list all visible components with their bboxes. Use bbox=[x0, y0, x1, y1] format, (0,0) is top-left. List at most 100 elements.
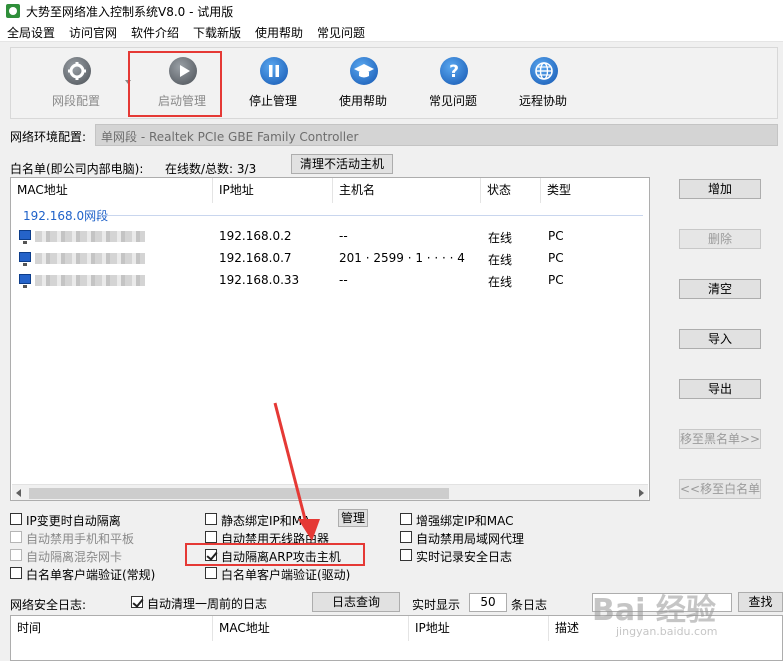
export-button[interactable]: 导出 bbox=[679, 379, 761, 399]
window-title: 大势至网络准入控制系统V8.0 - 试用版 bbox=[26, 5, 234, 19]
checkbox-box[interactable] bbox=[205, 531, 217, 543]
checkbox-box[interactable] bbox=[10, 513, 22, 525]
mac-address-redacted bbox=[35, 231, 145, 242]
stop-management-label: 停止管理 bbox=[248, 94, 297, 108]
scroll-left-icon[interactable] bbox=[16, 489, 21, 497]
table-row[interactable]: 192.168.0.33 -- 在线 PC bbox=[11, 270, 649, 292]
app-icon bbox=[6, 4, 20, 18]
group-divider bbox=[107, 215, 643, 216]
type-cell: PC bbox=[548, 273, 564, 287]
computer-icon bbox=[19, 230, 31, 244]
column-header-description[interactable]: 描述 bbox=[549, 616, 782, 641]
whitelist-table: MAC地址 IP地址 主机名 状态 类型 192.168.0网段 192.168… bbox=[10, 177, 650, 501]
manage-button[interactable]: 管理 bbox=[338, 509, 368, 527]
menu-global-settings[interactable]: 全局设置 bbox=[7, 24, 55, 41]
import-button[interactable]: 导入 bbox=[679, 329, 761, 349]
table-row[interactable]: 192.168.0.2 -- 在线 PC bbox=[11, 226, 649, 248]
status-cell: 在线 bbox=[488, 275, 513, 289]
online-count: 在线数/总数: 3/3 bbox=[165, 162, 257, 176]
remote-assist-label: 远程协助 bbox=[518, 94, 567, 108]
checkbox-label: 自动禁用手机和平板 bbox=[26, 532, 135, 546]
menu-faq[interactable]: 常见问题 bbox=[317, 24, 365, 41]
column-header-hostname[interactable]: 主机名 bbox=[333, 178, 481, 203]
subnet-config-label: 网段配置 bbox=[51, 94, 100, 108]
log-unit-label: 条日志 bbox=[511, 598, 548, 612]
checkbox-box[interactable] bbox=[400, 513, 412, 525]
checkbox-box[interactable] bbox=[10, 549, 22, 561]
column-header-status[interactable]: 状态 bbox=[481, 178, 541, 203]
checkbox-box[interactable] bbox=[131, 596, 143, 608]
scroll-right-icon[interactable] bbox=[639, 489, 644, 497]
move-to-whitelist-button[interactable]: <<移至白名单 bbox=[679, 479, 761, 499]
delete-button[interactable]: 删除 bbox=[679, 229, 761, 249]
search-button[interactable]: 查找 bbox=[738, 592, 783, 612]
checkbox-label: 白名单客户端验证(驱动) bbox=[221, 568, 351, 582]
checkbox-box[interactable] bbox=[400, 531, 412, 543]
checkbox-label: IP变更时自动隔离 bbox=[26, 514, 121, 528]
menu-download[interactable]: 下载新版 bbox=[193, 24, 241, 41]
column-header-ip[interactable]: IP地址 bbox=[409, 616, 549, 641]
ip-cell: 192.168.0.33 bbox=[219, 273, 300, 287]
checkbox-box[interactable] bbox=[205, 513, 217, 525]
whitelist-label: 白名单(即公司内部电脑): bbox=[10, 162, 144, 176]
menu-software-intro[interactable]: 软件介绍 bbox=[131, 24, 179, 41]
status-cell: 在线 bbox=[488, 231, 513, 245]
type-cell: PC bbox=[548, 229, 564, 243]
env-config-field[interactable]: 单网段 - Realtek PCIe GBE Family Controller bbox=[95, 124, 778, 146]
menu-bar: 全局设置 访问官网 软件介绍 下载新版 使用帮助 常见问题 bbox=[0, 22, 783, 42]
search-input[interactable] bbox=[592, 593, 732, 612]
add-button[interactable]: 增加 bbox=[679, 179, 761, 199]
checkbox-box[interactable] bbox=[10, 567, 22, 579]
remote-assist-button[interactable]: 远程协助 bbox=[499, 55, 587, 113]
help-label: 使用帮助 bbox=[338, 94, 387, 108]
checkbox-box[interactable] bbox=[10, 531, 22, 543]
stop-management-button[interactable]: 停止管理 bbox=[229, 55, 317, 113]
question-icon: ? bbox=[440, 57, 468, 85]
hostname-cell: 201 · 2599 · 1 · · · · 4 bbox=[339, 251, 465, 265]
security-log-label: 网络安全日志: bbox=[10, 598, 87, 612]
ip-cell: 192.168.0.2 bbox=[219, 229, 292, 243]
subnet-config-button[interactable]: 网段配置 bbox=[32, 55, 120, 113]
status-cell: 在线 bbox=[488, 253, 513, 267]
menu-help[interactable]: 使用帮助 bbox=[255, 24, 303, 41]
menu-visit-website[interactable]: 访问官网 bbox=[69, 24, 117, 41]
clear-inactive-button[interactable]: 清理不活动主机 bbox=[291, 154, 393, 174]
column-header-type[interactable]: 类型 bbox=[541, 178, 649, 203]
realtime-count-input[interactable]: 50 bbox=[469, 593, 507, 612]
column-header-mac[interactable]: MAC地址 bbox=[213, 616, 409, 641]
log-query-button[interactable]: 日志查询 bbox=[312, 592, 400, 612]
column-header-ip[interactable]: IP地址 bbox=[213, 178, 333, 203]
column-header-mac[interactable]: MAC地址 bbox=[11, 178, 213, 203]
arp-option-highlight bbox=[185, 543, 365, 566]
checkbox-label: 白名单客户端验证(常规) bbox=[26, 568, 156, 582]
title-bar: 大势至网络准入控制系统V8.0 - 试用版 bbox=[0, 0, 783, 22]
checkbox-label: 实时记录安全日志 bbox=[416, 550, 513, 564]
checkbox-label: 自动禁用局域网代理 bbox=[416, 532, 525, 546]
checkbox-box[interactable] bbox=[205, 567, 217, 579]
hostname-cell: -- bbox=[339, 273, 348, 287]
clear-button[interactable]: 清空 bbox=[679, 279, 761, 299]
checkbox-label: 自动隔离混杂网卡 bbox=[26, 550, 123, 564]
start-management-highlight bbox=[128, 51, 222, 117]
computer-icon bbox=[19, 252, 31, 266]
help-button[interactable]: 使用帮助 bbox=[319, 55, 407, 113]
move-to-blacklist-button[interactable]: 移至黑名单>> bbox=[679, 429, 761, 449]
security-log-table: 时间 MAC地址 IP地址 描述 bbox=[10, 615, 783, 661]
group-label[interactable]: 192.168.0网段 bbox=[23, 207, 108, 224]
svg-text:?: ? bbox=[449, 62, 459, 82]
faq-label: 常见问题 bbox=[428, 94, 477, 108]
scrollbar-thumb[interactable] bbox=[29, 488, 449, 499]
realtime-display-label: 实时显示 bbox=[412, 598, 461, 612]
hostname-cell: -- bbox=[339, 229, 348, 243]
faq-button[interactable]: ? 常见问题 bbox=[409, 55, 497, 113]
type-cell: PC bbox=[548, 251, 564, 265]
checkbox-box[interactable] bbox=[400, 549, 412, 561]
globe-icon bbox=[530, 57, 558, 85]
horizontal-scrollbar[interactable] bbox=[12, 484, 648, 500]
checkbox-label: 静态绑定IP和MA bbox=[221, 514, 311, 528]
column-header-time[interactable]: 时间 bbox=[11, 616, 213, 641]
gear-icon bbox=[63, 57, 91, 85]
graduation-cap-icon bbox=[350, 57, 378, 85]
table-row[interactable]: 192.168.0.7 201 · 2599 · 1 · · · · 4 在线 … bbox=[11, 248, 649, 270]
mac-address-redacted bbox=[35, 253, 145, 264]
